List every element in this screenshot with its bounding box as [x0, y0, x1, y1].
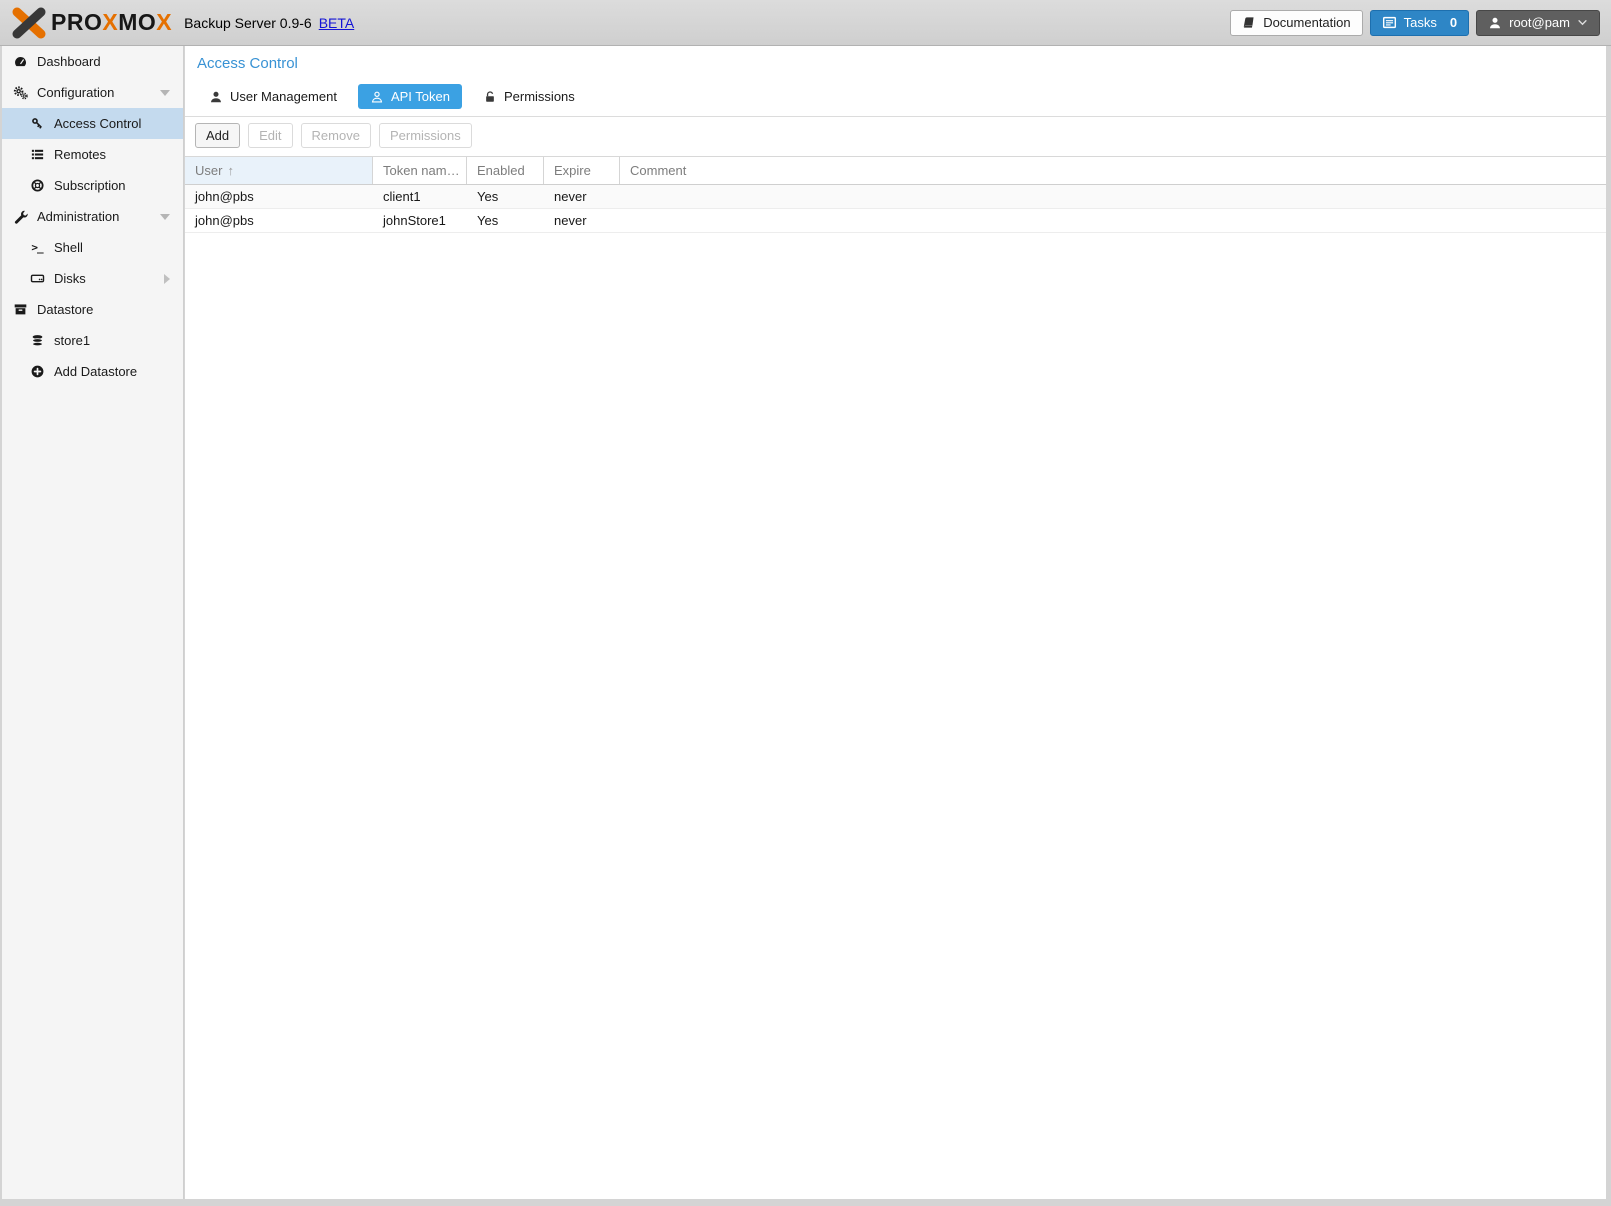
cell-user: john@pbs [185, 185, 373, 208]
tasks-button[interactable]: Tasks 0 [1370, 10, 1469, 36]
permissions-button[interactable]: Permissions [379, 123, 472, 148]
tab-label: User Management [230, 89, 337, 104]
sidebar-item-label: store1 [54, 333, 90, 348]
sidebar-item-datastore[interactable]: Datastore [2, 294, 183, 325]
tasks-label: Tasks [1404, 15, 1437, 30]
hard-drive-icon [29, 271, 45, 286]
beta-link[interactable]: BETA [319, 15, 355, 31]
table-header-row: User ↑ Token nam… Enabled Expire Comment [185, 157, 1606, 185]
column-label: User [195, 157, 222, 184]
cell-comment [620, 209, 1606, 232]
sidebar-item-disks[interactable]: Disks [2, 263, 183, 294]
cell-token-name: johnStore1 [373, 209, 467, 232]
gears-icon [12, 85, 28, 100]
sidebar-item-remotes[interactable]: Remotes [2, 139, 183, 170]
sidebar-item-label: Remotes [54, 147, 106, 162]
collapse-arrow-icon[interactable] [160, 214, 170, 220]
main-panel: Access Control User Management API To [185, 46, 1606, 1199]
tab-api-token[interactable]: API Token [358, 84, 462, 109]
user-outline-icon [370, 90, 384, 104]
product-subtitle: Backup Server 0.9-6 [184, 15, 312, 31]
terminal-icon: >_ [29, 241, 45, 254]
tab-user-management[interactable]: User Management [197, 84, 349, 109]
documentation-button[interactable]: Documentation [1230, 10, 1362, 36]
tab-permissions[interactable]: Permissions [471, 84, 587, 109]
user-menu-button[interactable]: root@pam [1476, 10, 1600, 36]
sidebar-item-label: Shell [54, 240, 83, 255]
cell-expire: never [544, 185, 620, 208]
edit-button[interactable]: Edit [248, 123, 292, 148]
book-icon [1242, 15, 1256, 30]
column-header-user[interactable]: User ↑ [185, 157, 373, 184]
user-solid-icon [209, 90, 223, 104]
column-label: Expire [554, 157, 591, 184]
dashboard-icon [12, 54, 28, 69]
unlock-icon [483, 90, 497, 104]
table-row[interactable]: john@pbs client1 Yes never [185, 185, 1606, 209]
user-icon [1488, 16, 1502, 30]
sidebar-item-label: Access Control [54, 116, 141, 131]
sidebar-item-administration[interactable]: Administration [2, 201, 183, 232]
wrench-icon [12, 209, 28, 224]
sidebar-item-access-control[interactable]: Access Control [2, 108, 183, 139]
brand-wordmark: PROXMOX [51, 9, 172, 36]
sidebar-item-store1[interactable]: store1 [2, 325, 183, 356]
sidebar-item-label: Subscription [54, 178, 126, 193]
plus-circle-icon [29, 364, 45, 379]
api-token-table: User ↑ Token nam… Enabled Expire Comment… [185, 156, 1606, 1199]
app-header: PROXMOX Backup Server 0.9-6 BETA Documen… [0, 0, 1611, 46]
add-button[interactable]: Add [195, 123, 240, 148]
key-icon [29, 116, 45, 131]
task-list-icon [1382, 15, 1397, 30]
remove-button[interactable]: Remove [301, 123, 371, 148]
cell-user: john@pbs [185, 209, 373, 232]
cell-token-name: client1 [373, 185, 467, 208]
column-label: Enabled [477, 157, 525, 184]
expand-arrow-icon[interactable] [164, 274, 170, 284]
column-header-comment[interactable]: Comment [620, 157, 1606, 184]
tasks-count-badge: 0 [1450, 15, 1457, 30]
proxmox-logo: PROXMOX [11, 7, 172, 39]
documentation-label: Documentation [1263, 15, 1350, 30]
column-header-token-name[interactable]: Token nam… [373, 157, 467, 184]
sidebar-item-dashboard[interactable]: Dashboard [2, 46, 183, 77]
database-icon [29, 333, 45, 348]
column-header-expire[interactable]: Expire [544, 157, 620, 184]
archive-box-icon [12, 302, 28, 317]
grid-toolbar: Add Edit Remove Permissions [185, 117, 1606, 154]
page-title: Access Control [197, 55, 1594, 72]
sidebar-item-label: Dashboard [37, 54, 101, 69]
proxmox-x-icon [11, 7, 47, 39]
sidebar-item-shell[interactable]: >_ Shell [2, 232, 183, 263]
sidebar-item-configuration[interactable]: Configuration [2, 77, 183, 108]
sidebar-item-label: Configuration [37, 85, 114, 100]
life-ring-icon [29, 178, 45, 193]
column-label: Comment [630, 157, 686, 184]
tab-label: API Token [391, 89, 450, 104]
sidebar: Dashboard Configuration Access [2, 46, 184, 1199]
panel-header: Access Control User Management API To [185, 46, 1606, 117]
tab-label: Permissions [504, 89, 575, 104]
tab-bar: User Management API Token [197, 84, 1594, 116]
cell-comment [620, 185, 1606, 208]
chevron-down-icon [1577, 17, 1588, 28]
collapse-arrow-icon[interactable] [160, 90, 170, 96]
sidebar-item-label: Add Datastore [54, 364, 137, 379]
cell-enabled: Yes [467, 185, 544, 208]
server-list-icon [29, 147, 45, 162]
sort-ascending-icon: ↑ [227, 157, 234, 184]
column-label: Token nam… [383, 157, 460, 184]
sidebar-item-subscription[interactable]: Subscription [2, 170, 183, 201]
table-row[interactable]: john@pbs johnStore1 Yes never [185, 209, 1606, 233]
sidebar-item-label: Datastore [37, 302, 93, 317]
column-header-enabled[interactable]: Enabled [467, 157, 544, 184]
sidebar-item-add-datastore[interactable]: Add Datastore [2, 356, 183, 387]
user-menu-label: root@pam [1509, 15, 1570, 30]
cell-enabled: Yes [467, 209, 544, 232]
sidebar-item-label: Administration [37, 209, 119, 224]
sidebar-item-label: Disks [54, 271, 86, 286]
cell-expire: never [544, 209, 620, 232]
